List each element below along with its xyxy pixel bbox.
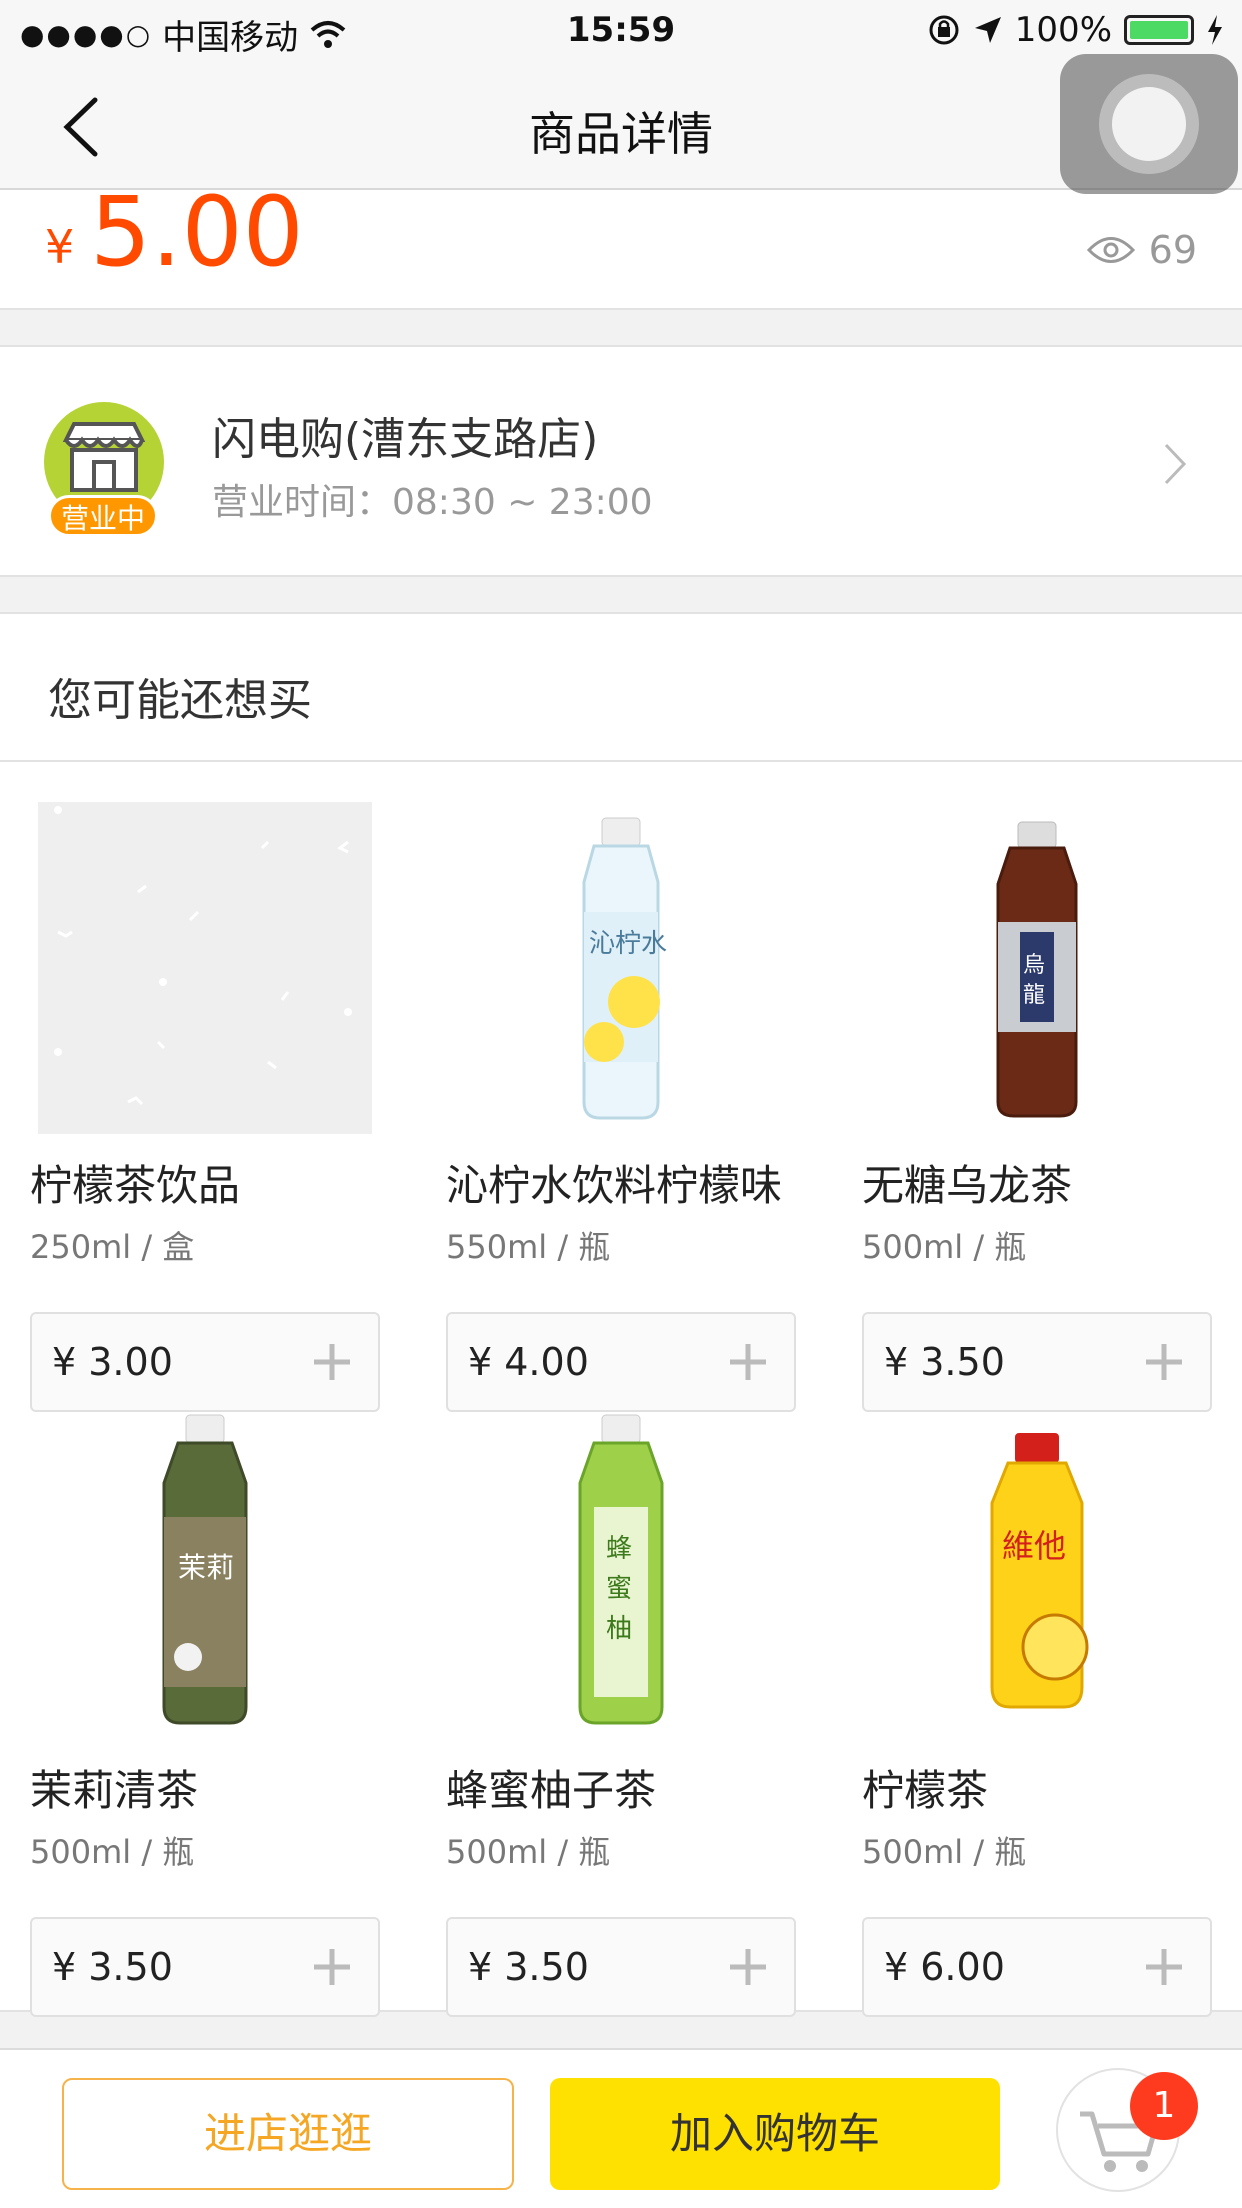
- charging-icon: [1208, 15, 1222, 45]
- product-price: ¥ 3.50: [884, 1340, 1005, 1384]
- product-image: 烏 龍: [870, 802, 1204, 1134]
- bottle-icon: 維他: [990, 1433, 1089, 1709]
- svg-text:維他: 維他: [1002, 1527, 1066, 1565]
- battery-icon: [1124, 15, 1194, 45]
- product-name: 沁柠水饮料柠檬味: [446, 1161, 783, 1210]
- product-image: 維他: [870, 1407, 1204, 1739]
- product-price-box: ¥ 3.50: [862, 1312, 1212, 1412]
- location-icon: [974, 17, 1001, 43]
- product-price-box: ¥ 4.00: [446, 1312, 796, 1412]
- page-title: 商品详情: [529, 107, 713, 161]
- view-count: 69: [1086, 228, 1197, 272]
- product-price: ¥ 4.00: [468, 1340, 589, 1384]
- product-spec: 250ml / 盒: [30, 1228, 195, 1266]
- product-image-placeholder: [38, 802, 372, 1134]
- product-name: 蜂蜜柚子茶: [446, 1766, 657, 1815]
- product-image: 茉莉: [38, 1407, 372, 1739]
- svg-text:龍: 龍: [1023, 983, 1045, 1008]
- svg-text:蜜: 蜜: [606, 1574, 632, 1604]
- product-card[interactable]: 茉莉 茉莉清茶 500ml / 瓶 ¥ 3.50: [30, 1407, 380, 2017]
- add-to-cart-plus-icon[interactable]: [304, 1939, 360, 1995]
- store-open-badge: 营业中: [48, 495, 158, 537]
- product-name: 柠檬茶饮品: [30, 1161, 241, 1210]
- add-to-cart-button[interactable]: 加入购物车: [550, 2078, 1000, 2190]
- nav-bar: 商品详情: [0, 62, 1242, 190]
- store-hours: 营业时间：08:30 ~ 23:00: [212, 482, 653, 523]
- svg-text:蜂: 蜂: [606, 1534, 632, 1564]
- product-card[interactable]: 烏 龍 无糖乌龙茶 500ml / 瓶 ¥ 3.50: [862, 802, 1212, 1412]
- svg-text:茉莉: 茉莉: [178, 1551, 234, 1584]
- currency-symbol: ¥: [45, 220, 75, 274]
- product-price: ¥ 6.00: [884, 1945, 1005, 1989]
- status-right: 100%: [927, 10, 1224, 50]
- product-spec: 500ml / 瓶: [446, 1833, 611, 1871]
- add-to-cart-plus-icon[interactable]: [1136, 1334, 1192, 1390]
- product-name: 柠檬茶: [862, 1766, 989, 1815]
- product-price-box: ¥ 3.50: [30, 1917, 380, 2017]
- product-price: 5.00: [90, 176, 304, 288]
- cart-count-badge: 1: [1130, 2072, 1198, 2140]
- add-to-cart-plus-icon[interactable]: [720, 1334, 776, 1390]
- price-section: ¥ 5.00 69: [0, 176, 1242, 310]
- recommend-title: 您可能还想买: [48, 675, 312, 726]
- recommend-grid: 柠檬茶饮品 250ml / 盒 ¥ 3.00 沁柠水 沁柠水饮料柠檬味 550m…: [0, 762, 1242, 2017]
- svg-text:烏: 烏: [1023, 953, 1045, 978]
- assistive-touch-button[interactable]: [1060, 54, 1238, 194]
- bottle-icon: 烏 龍: [996, 821, 1078, 1118]
- product-card[interactable]: 蜂 蜜 柚 蜂蜜柚子茶 500ml / 瓶 ¥ 3.50: [446, 1407, 796, 2017]
- product-card[interactable]: 沁柠水 沁柠水饮料柠檬味 550ml / 瓶 ¥ 4.00: [446, 802, 796, 1412]
- product-price-box: ¥ 3.50: [446, 1917, 796, 2017]
- product-name: 茉莉清茶: [30, 1766, 199, 1815]
- add-to-cart-plus-icon[interactable]: [720, 1939, 776, 1995]
- bottle-icon: 沁柠水: [582, 817, 667, 1120]
- product-spec: 500ml / 瓶: [862, 1833, 1027, 1871]
- product-card[interactable]: 柠檬茶饮品 250ml / 盒 ¥ 3.00: [30, 802, 380, 1412]
- eye-icon: [1086, 237, 1135, 263]
- product-image: 蜂 蜜 柚: [454, 1407, 788, 1739]
- status-bar: ●●●●○ 中国移动 15:59 100%: [0, 0, 1242, 62]
- product-price: ¥ 3.00: [52, 1340, 173, 1384]
- product-price-box: ¥ 3.00: [30, 1312, 380, 1412]
- product-card[interactable]: 維他 柠檬茶 500ml / 瓶 ¥ 6.00: [862, 1407, 1212, 2017]
- bottom-action-bar: 进店逛逛 加入购物车 1: [0, 2048, 1242, 2208]
- chevron-right-icon: [1164, 443, 1187, 485]
- bottle-icon: 蜂 蜜 柚: [578, 1414, 664, 1725]
- svg-text:沁柠水: 沁柠水: [589, 929, 667, 959]
- store-row[interactable]: 营业中 闪电购(漕东支路店) 营业时间：08:30 ~ 23:00: [0, 345, 1242, 577]
- visit-store-button[interactable]: 进店逛逛: [62, 2078, 514, 2190]
- add-to-cart-plus-icon[interactable]: [1136, 1939, 1192, 1995]
- recommend-header: 您可能还想买: [0, 612, 1242, 762]
- placeholder-pattern-icon: [54, 806, 352, 1106]
- product-spec: 500ml / 瓶: [862, 1228, 1027, 1266]
- svg-text:柚: 柚: [606, 1614, 632, 1644]
- store-name: 闪电购(漕东支路店): [212, 414, 599, 465]
- product-price-box: ¥ 6.00: [862, 1917, 1212, 2017]
- product-spec: 550ml / 瓶: [446, 1228, 611, 1266]
- add-to-cart-plus-icon[interactable]: [304, 1334, 360, 1390]
- product-name: 无糖乌龙茶: [862, 1161, 1073, 1210]
- bottle-icon: 茉莉: [162, 1414, 248, 1725]
- rotation-lock-icon: [929, 15, 959, 45]
- product-spec: 500ml / 瓶: [30, 1833, 195, 1871]
- battery-percent: 100%: [1014, 10, 1112, 50]
- product-price: ¥ 3.50: [468, 1945, 589, 1989]
- product-image: 沁柠水: [454, 802, 788, 1134]
- view-count-value: 69: [1148, 228, 1197, 272]
- product-price: ¥ 3.50: [52, 1945, 173, 1989]
